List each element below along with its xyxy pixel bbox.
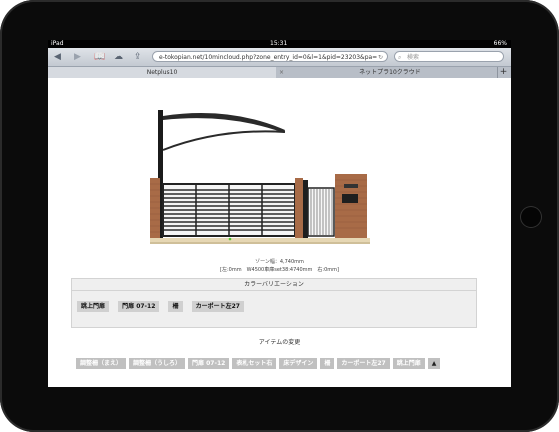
url-text: e-tokopian.net/10mincloud.php?zone_entry… xyxy=(159,54,378,61)
color-chip[interactable]: 跳上門扉 xyxy=(77,301,110,312)
item-button[interactable]: 表札セット右 xyxy=(232,358,277,369)
back-arrow-icon[interactable]: ◀ xyxy=(54,51,61,63)
scroll-up-button[interactable]: ▲ xyxy=(427,358,441,369)
item-button[interactable]: 床デザイン xyxy=(279,358,318,369)
color-chip-list: 跳上門扉 門扉 07-12 柵 カーポート左27 xyxy=(77,293,248,312)
item-change-title: アイテムの変更 xyxy=(258,339,301,346)
home-button[interactable] xyxy=(520,206,542,228)
ipad-screen: iPad 15:31 66% ◀ ▶ 📖 ☁ ⇪ e-tokopian.net/… xyxy=(48,40,511,387)
tab-label: ネットプラ10クラウド xyxy=(359,69,421,76)
search-icon: ⌕ xyxy=(398,54,402,61)
item-button[interactable]: カーポート左27 xyxy=(337,358,390,369)
search-field[interactable]: ⌕ 検索 xyxy=(394,51,504,62)
color-chip[interactable]: 柵 xyxy=(168,301,183,312)
tab-netplus10[interactable]: Netplus10 × xyxy=(48,67,284,78)
share-icon[interactable]: ⇪ xyxy=(134,51,142,63)
device-label: iPad xyxy=(51,40,64,47)
clock: 15:31 xyxy=(270,40,288,47)
gate-preview-image xyxy=(150,110,370,244)
address-bar[interactable]: e-tokopian.net/10mincloud.php?zone_entry… xyxy=(152,51,388,62)
tab-label: Netplus10 xyxy=(146,69,178,76)
zone-detail-text: [左:0mm W4500車庫set38:4740mm 右:0mm] xyxy=(220,267,339,273)
item-button[interactable]: 柵 xyxy=(320,358,335,369)
cloud-icon[interactable]: ☁ xyxy=(114,51,123,63)
item-button[interactable]: 門扉 07-12 xyxy=(188,358,230,369)
page-content: ゾーン幅：4,740mm [左:0mm W4500車庫set38:4740mm … xyxy=(48,78,511,387)
reload-icon[interactable]: ↻ xyxy=(378,52,383,61)
color-chip[interactable]: カーポート左27 xyxy=(191,301,244,312)
color-chip[interactable]: 門扉 07-12 xyxy=(118,301,160,312)
item-button-list: 調整柵（まえ） 調整柵（うしろ） 門扉 07-12 表札セット右 床デザイン柵カーポート… xyxy=(76,350,496,373)
browser-toolbar: ◀ ▶ 📖 ☁ ⇪ e-tokopian.net/10mincloud.php?… xyxy=(48,48,511,67)
color-variation-panel: カラーバリエーション 跳上門扉 門扉 07-12 柵 カーポート左27 xyxy=(71,278,477,328)
item-button[interactable]: 調整柵（うしろ） xyxy=(129,358,186,369)
status-bar: iPad 15:31 66% xyxy=(48,40,511,48)
tab-netplus-cloud[interactable]: ネットプラ10クラウド xyxy=(286,67,494,78)
search-placeholder: 検索 xyxy=(407,54,420,61)
forward-arrow-icon[interactable]: ▶ xyxy=(74,51,81,63)
battery-label: 66% xyxy=(493,40,507,47)
bookmarks-icon[interactable]: 📖 xyxy=(94,51,105,63)
color-variation-title: カラーバリエーション xyxy=(72,279,476,291)
zone-width-text: ゾーン幅：4,740mm xyxy=(255,259,304,265)
add-tab-icon[interactable]: + xyxy=(497,67,509,78)
item-button[interactable]: 跳上門扉 xyxy=(392,358,425,369)
close-tab-icon[interactable]: × xyxy=(279,67,284,78)
item-button[interactable]: 調整柵（まえ） xyxy=(76,358,127,369)
